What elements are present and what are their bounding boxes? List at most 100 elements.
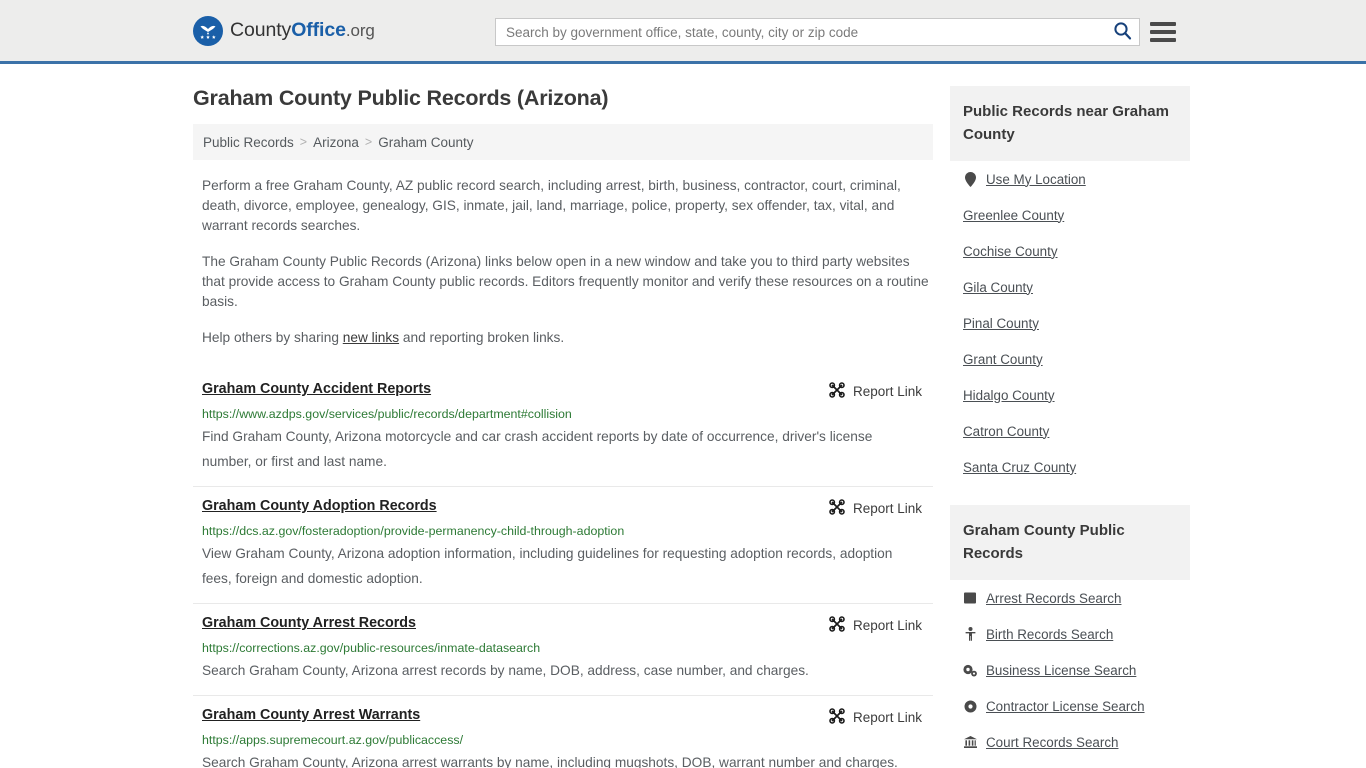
broken-link-icon <box>829 382 845 401</box>
search-input[interactable] <box>496 19 1105 45</box>
brand-part-3: .org <box>345 21 375 40</box>
record-header: Graham County Accident Reports Report Li… <box>202 381 924 401</box>
intro-paragraph-1: Perform a free Graham County, AZ public … <box>202 178 901 233</box>
record-item: Graham County Accident Reports Report Li… <box>193 370 933 486</box>
help-prefix: Help others by sharing <box>202 330 343 345</box>
courthouse-icon <box>963 736 977 748</box>
report-link-button[interactable]: Report Link <box>829 616 922 635</box>
help-suffix: and reporting broken links. <box>399 330 565 345</box>
report-link-label: Report Link <box>852 618 922 633</box>
sidebar-nearby-link[interactable]: Catron County <box>963 424 1049 439</box>
record-header: Graham County Arrest Warrants Report Lin… <box>202 707 924 727</box>
sidebar-record-link[interactable]: Court Records Search <box>986 735 1118 750</box>
report-link-button[interactable]: Report Link <box>829 499 922 518</box>
search-button[interactable] <box>1105 19 1139 45</box>
sidebar-nearby-link[interactable]: Hidalgo County <box>963 388 1055 403</box>
sidebar-nearby-link[interactable]: Gila County <box>963 280 1033 295</box>
record-header: Graham County Adoption Records Report Li… <box>202 498 924 518</box>
hamburger-menu-icon-bar <box>1150 38 1176 42</box>
record-url: https://corrections.az.gov/public-resour… <box>202 641 541 655</box>
sidebar-item-catron-county[interactable]: Catron County <box>963 413 1177 449</box>
sidebar-item-birth-records-search[interactable]: Birth Records Search <box>963 616 1177 652</box>
sidebar-item-grant-county[interactable]: Grant County <box>963 341 1177 377</box>
hamburger-menu-icon-bar <box>1150 30 1176 34</box>
record-title-link[interactable]: Graham County Arrest Records <box>202 615 416 631</box>
sidebar-nearby-link[interactable]: Cochise County <box>963 244 1058 259</box>
sidebar-item-gila-county[interactable]: Gila County <box>963 269 1177 305</box>
sidebar-county-records-heading: Graham County Public Records <box>950 505 1190 580</box>
sidebar-county-records-box: Graham County Public Records Arrest Reco… <box>950 505 1190 760</box>
site-header: CountyOffice.org <box>0 0 1366 64</box>
sidebar-record-link[interactable]: Arrest Records Search <box>986 591 1121 606</box>
sidebar-record-link[interactable]: Contractor License Search <box>986 699 1145 714</box>
hamburger-menu-icon-bar <box>1150 22 1176 26</box>
record-description: Find Graham County, Arizona motorcycle a… <box>202 429 873 469</box>
brand-text: CountyOffice.org <box>230 19 375 42</box>
breadcrumb: Public Records > Arizona > Graham County <box>193 124 933 160</box>
sidebar-record-link[interactable]: Business License Search <box>986 663 1136 678</box>
record-description: View Graham County, Arizona adoption inf… <box>202 546 893 586</box>
sidebar-item-cochise-county[interactable]: Cochise County <box>963 233 1177 269</box>
record-description: Search Graham County, Arizona arrest rec… <box>202 663 809 678</box>
sidebar-item-use-my-location[interactable]: Use My Location <box>963 161 1177 197</box>
baby-icon <box>963 627 977 641</box>
record-header: Graham County Arrest Records Report Link <box>202 615 924 635</box>
main-content: Graham County Public Records (Arizona) P… <box>193 86 933 768</box>
sidebar-record-link[interactable]: Birth Records Search <box>986 627 1113 642</box>
brand-part-2: Office <box>291 19 346 41</box>
sidebar-item-court-records-search[interactable]: Court Records Search <box>963 724 1177 760</box>
map-pin-icon <box>963 171 977 187</box>
breadcrumb-separator-icon: > <box>299 135 308 149</box>
record-item: Graham County Adoption Records Report Li… <box>193 486 933 603</box>
breadcrumb-item-arizona[interactable]: Arizona <box>313 135 359 150</box>
sidebar-item-business-license-search[interactable]: Business License Search <box>963 652 1177 688</box>
sidebar-nearby-link[interactable]: Use My Location <box>986 172 1086 187</box>
report-link-button[interactable]: Report Link <box>829 708 922 727</box>
record-list: Graham County Accident Reports Report Li… <box>193 370 933 768</box>
sidebar-nearby-link[interactable]: Pinal County <box>963 316 1039 331</box>
record-title-link[interactable]: Graham County Arrest Warrants <box>202 707 420 723</box>
record-title-link[interactable]: Graham County Adoption Records <box>202 498 437 514</box>
breadcrumb-item-graham-county: Graham County <box>378 134 474 150</box>
hamburger-menu-button[interactable] <box>1150 19 1176 45</box>
sidebar: Public Records near Graham County Use My… <box>950 86 1190 768</box>
sidebar-nearby-link[interactable]: Grant County <box>963 352 1043 367</box>
sidebar-nearby-heading: Public Records near Graham County <box>950 86 1190 161</box>
report-link-label: Report Link <box>852 710 922 725</box>
new-links-link[interactable]: new links <box>343 330 399 345</box>
breadcrumb-item-public-records[interactable]: Public Records <box>203 135 294 150</box>
record-url: https://apps.supremecourt.az.gov/publica… <box>202 733 464 747</box>
breadcrumb-separator-icon: > <box>364 135 373 149</box>
page-body: Graham County Public Records (Arizona) P… <box>0 64 1366 768</box>
record-url: https://www.azdps.gov/services/public/re… <box>202 407 572 421</box>
sidebar-item-santa-cruz-county[interactable]: Santa Cruz County <box>963 449 1177 485</box>
record-url: https://dcs.az.gov/fosteradoption/provid… <box>202 524 625 538</box>
sidebar-item-arrest-records-search[interactable]: Arrest Records Search <box>963 580 1177 616</box>
sidebar-item-contractor-license-search[interactable]: Contractor License Search <box>963 688 1177 724</box>
gears-icon <box>963 664 977 677</box>
report-link-label: Report Link <box>852 384 922 399</box>
record-title-link[interactable]: Graham County Accident Reports <box>202 381 431 397</box>
site-logo-link[interactable]: CountyOffice.org <box>193 15 375 46</box>
report-link-label: Report Link <box>852 501 922 516</box>
sidebar-nearby-link[interactable]: Greenlee County <box>963 208 1064 223</box>
sidebar-county-records-list: Arrest Records Search Birth Records Sear… <box>950 580 1190 760</box>
report-link-button[interactable]: Report Link <box>829 382 922 401</box>
record-item: Graham County Arrest Warrants Report Lin… <box>193 695 933 768</box>
record-description: Search Graham County, Arizona arrest war… <box>202 755 898 768</box>
intro-paragraph-2: The Graham County Public Records (Arizon… <box>202 254 929 309</box>
fingerprint-icon <box>963 592 977 604</box>
sidebar-nearby-list: Use My Location Greenlee County Cochise … <box>950 161 1190 485</box>
broken-link-icon <box>829 499 845 518</box>
sidebar-nearby-box: Public Records near Graham County Use My… <box>950 86 1190 485</box>
help-paragraph: Help others by sharing new links and rep… <box>193 328 933 348</box>
page-title: Graham County Public Records (Arizona) <box>193 86 609 110</box>
gear-icon <box>963 700 977 713</box>
sidebar-item-greenlee-county[interactable]: Greenlee County <box>963 197 1177 233</box>
sidebar-item-hidalgo-county[interactable]: Hidalgo County <box>963 377 1177 413</box>
sidebar-nearby-link[interactable]: Santa Cruz County <box>963 460 1076 475</box>
search-bar <box>495 18 1140 46</box>
search-icon <box>1113 21 1132 43</box>
sidebar-item-pinal-county[interactable]: Pinal County <box>963 305 1177 341</box>
broken-link-icon <box>829 708 845 727</box>
